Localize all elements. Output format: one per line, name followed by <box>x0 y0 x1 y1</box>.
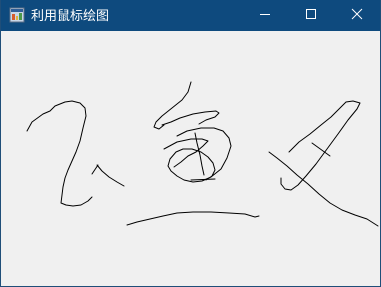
close-icon <box>351 7 363 25</box>
stroke-middle-base <box>126 211 260 226</box>
stroke-left-lower <box>96 164 125 187</box>
stroke-left-tick <box>91 164 99 175</box>
close-button[interactable] <box>334 0 380 31</box>
stroke-middle-top <box>153 81 192 130</box>
maximize-button[interactable] <box>288 0 334 31</box>
app-icon <box>9 7 25 23</box>
drawing-canvas[interactable] <box>1 31 380 286</box>
minimize-icon <box>259 7 271 25</box>
minimize-button[interactable] <box>242 0 288 31</box>
title-bar[interactable]: 利用鼠标绘图 <box>1 0 380 31</box>
maximize-icon <box>305 7 317 25</box>
stroke-left-upper <box>26 100 93 207</box>
stroke-right-top <box>280 100 361 191</box>
app-window: 利用鼠标绘图 <box>0 0 381 287</box>
stroke-right-dash <box>311 142 331 157</box>
stroke-middle-cross <box>190 178 216 181</box>
stroke-middle-top2 <box>161 110 220 126</box>
freehand-drawing <box>26 81 379 227</box>
window-title: 利用鼠标绘图 <box>31 8 110 23</box>
